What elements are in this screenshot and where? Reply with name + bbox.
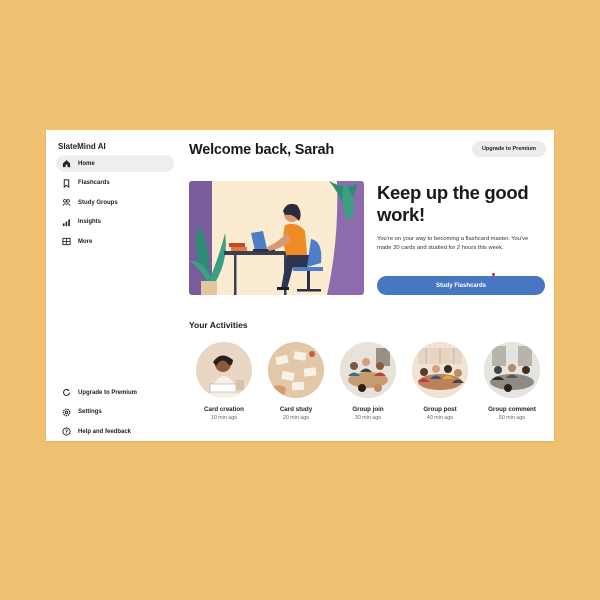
sidebar-item-more[interactable]: More bbox=[56, 233, 174, 250]
sidebar-item-upgrade[interactable]: Upgrade to Premium bbox=[56, 384, 174, 401]
grid-icon bbox=[62, 237, 71, 246]
home-icon bbox=[62, 159, 71, 168]
activity-image bbox=[268, 342, 324, 398]
svg-text:?: ? bbox=[65, 430, 68, 436]
hero-illustration bbox=[189, 181, 364, 295]
activity-time: 30 min ago bbox=[354, 415, 382, 421]
sidebar-item-label: Settings bbox=[78, 409, 102, 415]
activity-image bbox=[484, 342, 540, 398]
activity-image bbox=[196, 342, 252, 398]
activity-time: 40 min ago bbox=[426, 415, 454, 421]
activity-image bbox=[412, 342, 468, 398]
hero-heading: Keep up the good work! bbox=[377, 182, 529, 225]
upgrade-button[interactable]: Upgrade to Premium bbox=[472, 141, 546, 157]
sidebar-item-help[interactable]: ? Help and feedback bbox=[56, 423, 174, 440]
activity-label: Group post bbox=[423, 406, 457, 413]
sidebar-item-study-groups[interactable]: Study Groups bbox=[56, 194, 174, 211]
sidebar-item-flashcards[interactable]: Flashcards bbox=[56, 175, 174, 192]
sidebar-item-label: Flashcards bbox=[78, 180, 110, 186]
page-title: Welcome back, Sarah bbox=[189, 142, 335, 158]
sidebar-item-label: Upgrade to Premium bbox=[78, 389, 138, 396]
app-window: SlateMind AI Home Flashcards Study Group… bbox=[46, 130, 554, 441]
study-flashcards-button[interactable]: Study Flashcards bbox=[377, 276, 545, 295]
sidebar-nav: Home Flashcards Study Groups Insights Mo… bbox=[56, 155, 174, 253]
activity-label: Card creation bbox=[204, 406, 244, 413]
group-icon bbox=[62, 198, 71, 207]
sidebar-item-insights[interactable]: Insights bbox=[56, 214, 174, 231]
activity-item[interactable]: Card creation 10 min ago bbox=[189, 340, 259, 421]
sidebar-item-label: More bbox=[78, 238, 93, 245]
activity-item[interactable]: Group post 40 min ago bbox=[405, 340, 475, 421]
activity-item[interactable]: Group comment 50 min ago bbox=[477, 340, 547, 421]
main-content: Welcome back, Sarah Upgrade to Premium K… bbox=[178, 130, 554, 441]
sidebar-item-home[interactable]: Home bbox=[56, 155, 174, 172]
activity-time: 20 min ago bbox=[282, 415, 310, 421]
activity-image bbox=[340, 342, 396, 398]
bookmark-icon bbox=[62, 178, 71, 188]
refresh-icon bbox=[62, 388, 71, 397]
sidebar-item-label: Insights bbox=[78, 219, 102, 225]
sidebar-item-label: Help and feedback bbox=[78, 428, 132, 435]
activity-item[interactable]: Group join 30 min ago bbox=[333, 340, 403, 421]
brand-name: SlateMind AI bbox=[58, 142, 106, 151]
help-icon: ? bbox=[62, 427, 71, 436]
activity-item[interactable]: Card study 20 min ago bbox=[261, 340, 331, 421]
sidebar-item-label: Home bbox=[78, 160, 95, 167]
activities-title: Your Activities bbox=[189, 320, 248, 330]
activity-time: 50 min ago bbox=[498, 415, 526, 421]
activity-time: 10 min ago bbox=[210, 415, 238, 421]
hero-description: You're on your way to becoming a flashca… bbox=[377, 236, 529, 251]
activity-label: Card study bbox=[279, 406, 313, 413]
activity-label: Group comment bbox=[488, 406, 536, 413]
chart-icon bbox=[62, 218, 71, 227]
activity-label: Group join bbox=[352, 406, 384, 413]
sidebar-item-settings[interactable]: Settings bbox=[56, 404, 174, 421]
sidebar-bottom-nav: Upgrade to Premium Settings ? Help and f… bbox=[56, 384, 174, 441]
activities-list: Card creation 10 min ago Card study 20 m… bbox=[189, 340, 549, 436]
sidebar: SlateMind AI Home Flashcards Study Group… bbox=[46, 130, 178, 441]
gear-icon bbox=[62, 408, 71, 417]
sidebar-item-label: Study Groups bbox=[78, 199, 118, 206]
